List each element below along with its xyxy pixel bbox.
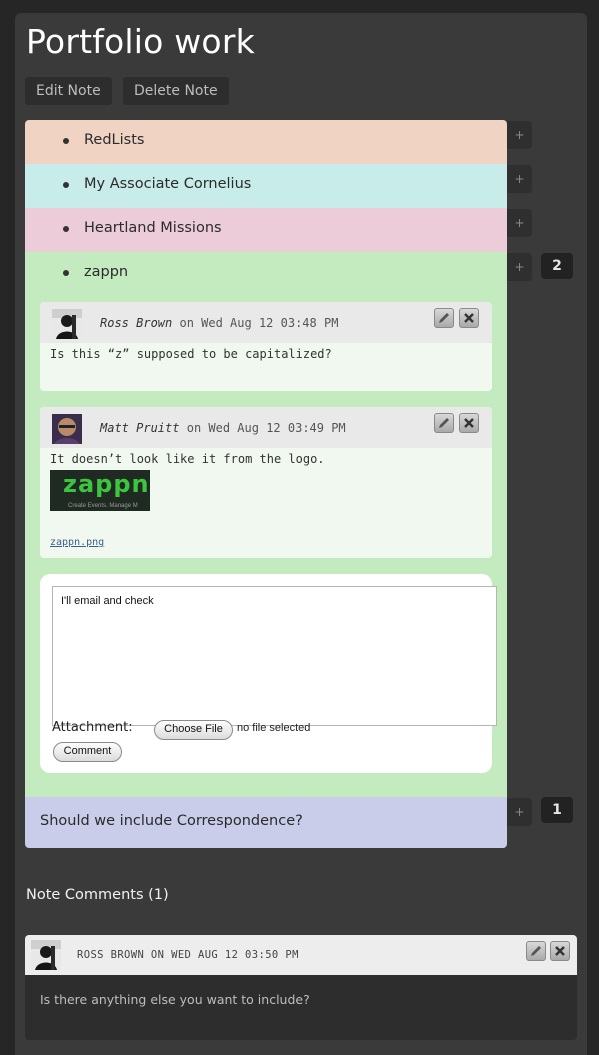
comment-byline: Ross Brown on Wed Aug 12 03:48 PM (100, 316, 338, 330)
list-item-label: My Associate Cornelius (84, 176, 252, 192)
comment-card: Matt Pruitt on Wed Aug 12 03:49 PM It do… (40, 407, 492, 558)
choose-file-button[interactable]: Choose File (154, 720, 233, 740)
pencil-icon (531, 946, 541, 956)
add-comment-button[interactable]: + (507, 165, 532, 193)
add-comment-button[interactable]: + (507, 209, 532, 237)
edit-comment-button[interactable] (434, 308, 454, 328)
add-comment-button[interactable]: + (507, 121, 532, 149)
avatar (52, 414, 82, 444)
list-item-heartland-missions[interactable]: Heartland Missions (25, 208, 507, 252)
note-comment-text: Is there anything else you want to inclu… (40, 992, 310, 1007)
bullet-icon (63, 270, 69, 276)
list-item-redlists[interactable]: RedLists (25, 120, 507, 164)
pencil-icon (439, 313, 449, 323)
avatar (31, 940, 61, 970)
attachment-link[interactable]: zappn.png (50, 537, 104, 548)
close-icon (464, 418, 474, 428)
question-label: Should we include Correspondence? (40, 813, 303, 829)
comment-count-badge: 1 (541, 797, 573, 823)
delete-comment-button[interactable] (459, 308, 479, 328)
list-item-label: Heartland Missions (84, 220, 222, 236)
bullet-icon (63, 226, 69, 232)
comment-byline: Matt Pruitt on Wed Aug 12 03:49 PM (100, 421, 346, 435)
close-icon (464, 313, 474, 323)
comment-meta: on Wed Aug 12 03:49 PM (186, 421, 346, 435)
comment-text: It doesn’t look like it from the logo. (50, 452, 325, 466)
note-comment-header: ROSS BROWN ON WED AUG 12 03:50 PM (25, 935, 577, 975)
note-comment-byline: ROSS BROWN ON WED AUG 12 03:50 PM (77, 949, 299, 961)
edit-note-button[interactable]: Edit Note (25, 77, 112, 105)
list-item-label: RedLists (84, 132, 145, 148)
attachment-thumbnail[interactable]: zappn Create Events. Manage M (50, 470, 150, 511)
zappn-tagline: Create Events. Manage M (68, 503, 138, 509)
comment-card: Ross Brown on Wed Aug 12 03:48 PM Is thi… (40, 302, 492, 391)
delete-note-button[interactable]: Delete Note (123, 77, 229, 105)
note-comment-card: ROSS BROWN ON WED AUG 12 03:50 PM Is the… (25, 935, 577, 1040)
edit-comment-button[interactable] (526, 941, 546, 961)
reply-form: I'll email and check Attachment: Choose … (40, 574, 497, 773)
comment-author: Ross Brown (100, 316, 173, 330)
zappn-logo-text: zappn (63, 470, 150, 498)
comment-textarea[interactable]: I'll email and check (52, 586, 497, 726)
add-comment-button[interactable]: + (507, 253, 532, 281)
list-item-label: zappn (84, 264, 129, 280)
delete-comment-button[interactable] (459, 413, 479, 433)
comment-meta: on Wed Aug 12 03:48 PM (179, 316, 339, 330)
comment-count-badge: 2 (541, 253, 573, 279)
list-item-question[interactable]: Should we include Correspondence? (25, 797, 507, 848)
bullet-icon (63, 138, 69, 144)
pencil-icon (439, 418, 449, 428)
comment-author: Matt Pruitt (100, 421, 180, 435)
bullet-icon (63, 182, 69, 188)
page-title: Portfolio work (26, 22, 255, 61)
delete-comment-button[interactable] (550, 941, 570, 961)
avatar (52, 309, 82, 339)
comment-header: Ross Brown on Wed Aug 12 03:48 PM (40, 302, 492, 343)
comment-text: Is this “z” supposed to be capitalized? (50, 347, 332, 361)
no-file-selected-text: no file selected (237, 722, 311, 734)
close-icon (555, 946, 565, 956)
add-comment-button[interactable]: + (507, 798, 532, 826)
edit-comment-button[interactable] (434, 413, 454, 433)
list-item-my-associate-cornelius[interactable]: My Associate Cornelius (25, 164, 507, 208)
comment-header: Matt Pruitt on Wed Aug 12 03:49 PM (40, 407, 492, 448)
comment-submit-button[interactable]: Comment (53, 742, 122, 762)
attachment-label: Attachment: (52, 720, 133, 735)
note-comments-heading: Note Comments (1) (26, 887, 169, 903)
